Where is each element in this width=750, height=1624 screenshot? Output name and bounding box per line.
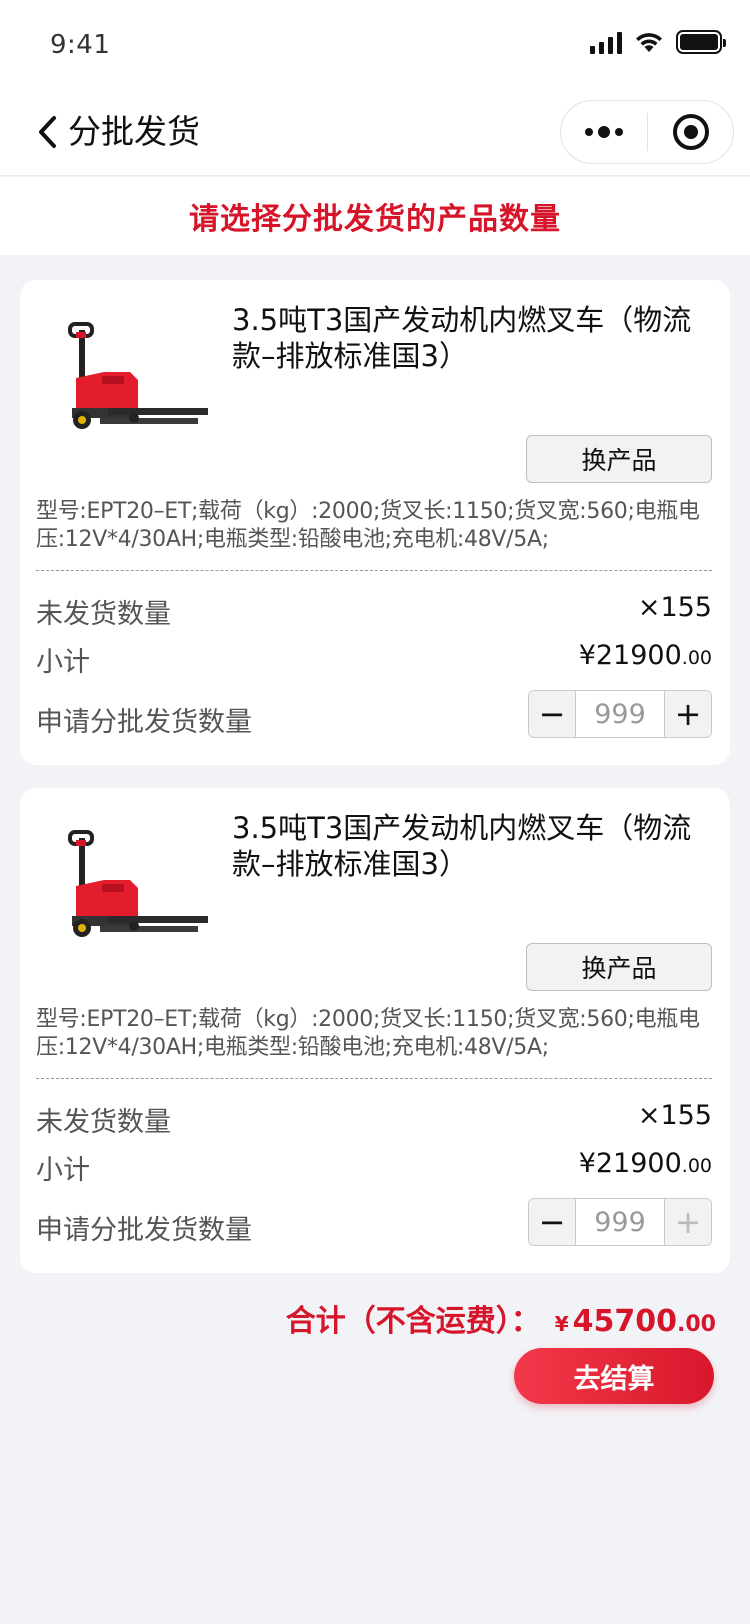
product-specs: 型号:EPT20–ET;载荷（kg）:2000;货叉长:1150;货叉宽:560… [36,499,700,552]
unshipped-value: ×155 [637,1100,712,1131]
subtotal-int: ¥21900 [578,640,682,671]
battery-icon [676,30,726,54]
subtotal-label: 小计 [36,647,90,678]
close-button[interactable] [648,101,733,163]
pallet-truck-image [68,322,208,429]
quantity-input[interactable]: 999 [576,691,664,737]
unshipped-label: 未发货数量 [36,1107,171,1138]
notice-text: 请选择分批发货的产品数量 [189,202,561,237]
divider [36,1078,712,1079]
status-time: 9:41 [50,30,111,60]
quantity-stepper: − 999 + [528,1198,712,1246]
page-title: 分批发货 [68,112,200,151]
mini-program-capsule [560,100,734,164]
total-dec: .00 [677,1312,716,1337]
apply-qty-label: 申请分批发货数量 [36,707,252,738]
unshipped-value: ×155 [637,592,712,623]
increase-button[interactable]: + [664,1199,711,1245]
subtotal-dec: .00 [681,647,712,669]
product-specs: 型号:EPT20–ET;载荷（kg）:2000;货叉长:1150;货叉宽:560… [36,1007,700,1060]
close-target-icon [672,114,709,150]
status-icons [590,30,726,54]
total-currency: ¥ [554,1312,569,1336]
subtotal-dec: .00 [681,1155,712,1177]
product-name: 3.5吨T3国产发动机内燃叉车（物流款–排放标准国3） [232,811,692,881]
unshipped-label: 未发货数量 [36,599,171,630]
quantity-stepper: − 999 + [528,690,712,738]
subtotal-label: 小计 [36,1155,90,1186]
wifi-icon [636,33,662,52]
signal-icon [590,30,622,54]
more-button[interactable] [561,101,647,163]
increase-button[interactable]: + [664,691,711,737]
divider [36,570,712,571]
total-label: 合计（不含运费）： [285,1304,541,1339]
notice-bar: 请选择分批发货的产品数量 [0,177,750,255]
subtotal-int: ¥21900 [578,1148,682,1179]
subtotal-value: ¥21900.00 [579,1148,712,1179]
decrease-button[interactable]: − [529,1199,576,1245]
quantity-input[interactable]: 999 [576,1199,664,1245]
total-int: 45700 [572,1304,678,1339]
order-total: 合计（不含运费）： ¥ 45700 .00 [286,1296,716,1340]
product-card: 3.5吨T3国产发动机内燃叉车（物流款–排放标准国3） 换产品 型号:EPT20… [20,280,730,765]
nav-bar: 分批发货 [0,88,750,176]
checkout-button[interactable]: 去结算 [514,1348,714,1404]
product-card: 3.5吨T3国产发动机内燃叉车（物流款–排放标准国3） 换产品 型号:EPT20… [20,788,730,1273]
back-chevron-icon [39,116,56,148]
subtotal-value: ¥21900.00 [579,640,712,671]
more-dots-icon [585,128,593,136]
swap-product-button[interactable]: 换产品 [526,435,712,483]
pallet-truck-image [68,830,208,937]
decrease-button[interactable]: − [529,691,576,737]
status-bar: 9:41 [0,0,750,88]
product-name: 3.5吨T3国产发动机内燃叉车（物流款–排放标准国3） [232,303,692,373]
swap-product-button[interactable]: 换产品 [526,943,712,991]
apply-qty-label: 申请分批发货数量 [36,1215,252,1246]
back-button[interactable] [28,110,68,154]
